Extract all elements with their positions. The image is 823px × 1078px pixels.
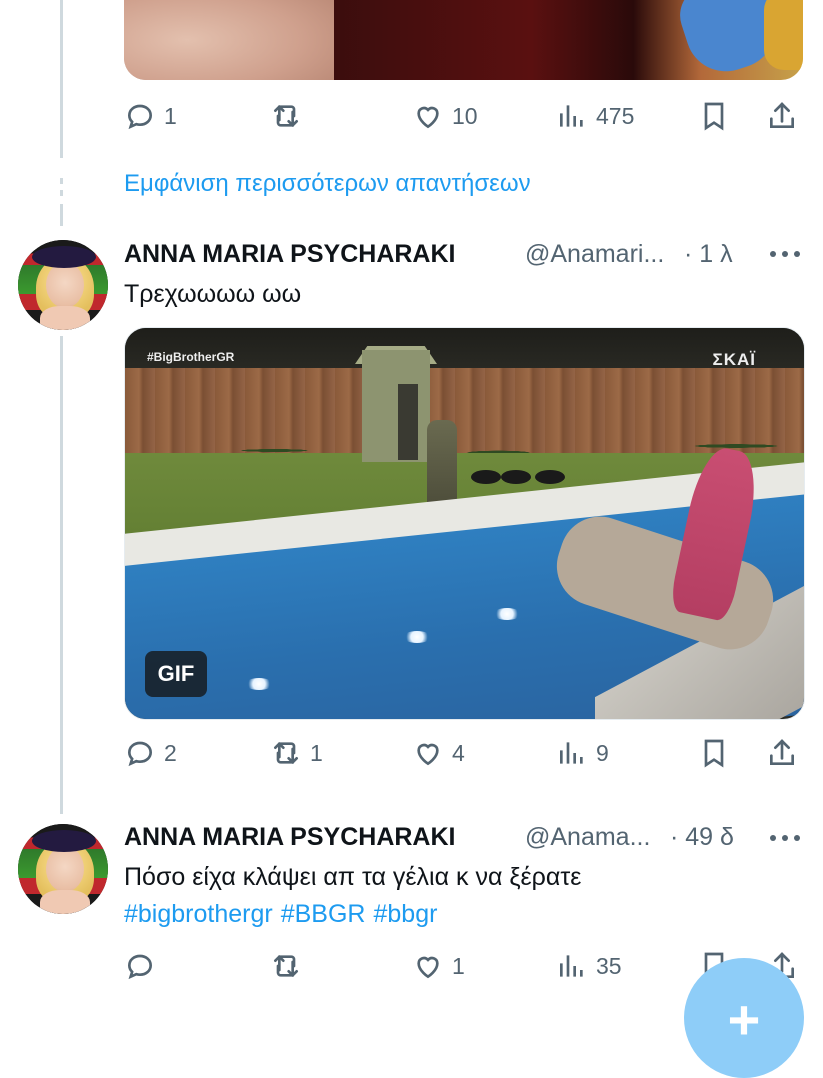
- show-more-replies-link[interactable]: Εμφάνιση περισσότερων απαντήσεων: [124, 170, 531, 198]
- compose-button[interactable]: +: [684, 958, 804, 1078]
- thread-line-dot: [60, 178, 63, 184]
- like-count: 10: [452, 102, 478, 129]
- avatar[interactable]: [18, 240, 108, 330]
- thread-line: [60, 336, 63, 814]
- views-count: 475: [596, 102, 635, 129]
- more-icon[interactable]: [768, 828, 802, 848]
- compose-icon: +: [727, 988, 761, 1051]
- views-button[interactable]: 475: [556, 96, 634, 136]
- retweet-icon: [274, 955, 298, 977]
- author-handle[interactable]: @Anamari...: [525, 240, 664, 269]
- retweet-button[interactable]: 1: [270, 733, 323, 773]
- like-button[interactable]: 10: [412, 96, 478, 136]
- views-button[interactable]: 9: [556, 733, 609, 773]
- views-count: 9: [596, 739, 609, 766]
- thread-line-dot: [60, 190, 63, 196]
- bookmark-icon: [704, 739, 724, 768]
- views-count: 35: [596, 952, 622, 979]
- author-name[interactable]: ANNA MARIA PSYCHARAKI: [124, 823, 455, 852]
- tweet-media-image[interactable]: [124, 0, 803, 80]
- views-icon: [560, 742, 583, 764]
- reply-count: 2: [164, 739, 177, 766]
- channel-logo-right: ΣΚΑΪ: [712, 350, 756, 369]
- like-count: 4: [452, 739, 465, 766]
- like-icon: [417, 743, 439, 766]
- reply-button[interactable]: [124, 946, 164, 986]
- like-button[interactable]: 1: [412, 946, 465, 986]
- author-handle[interactable]: @Anama...: [525, 823, 650, 852]
- retweet-button[interactable]: [270, 946, 310, 986]
- bookmark-button[interactable]: [698, 733, 730, 773]
- share-button[interactable]: [766, 96, 798, 136]
- share-button[interactable]: [766, 733, 798, 773]
- views-icon: [560, 955, 583, 977]
- reply-button[interactable]: 1: [124, 96, 177, 136]
- bookmark-button[interactable]: [698, 96, 730, 136]
- tweet-timestamp[interactable]: · 49 δ: [670, 823, 734, 852]
- reply-icon: [127, 741, 153, 767]
- tweet-text: Τρεχωωωω ωω: [124, 280, 302, 308]
- retweet-count: 1: [310, 739, 323, 766]
- retweet-icon: [274, 742, 298, 764]
- tweet-timestamp[interactable]: · 1 λ: [684, 240, 733, 269]
- retweet-button[interactable]: [270, 96, 310, 136]
- reply-button[interactable]: 2: [124, 733, 177, 773]
- bookmark-icon: [704, 102, 724, 131]
- tweet-actions: 2 1 4 9: [124, 733, 804, 773]
- reply-count: 1: [164, 102, 177, 129]
- reply-icon: [127, 104, 153, 130]
- hashtag-link[interactable]: #bbgr: [373, 900, 437, 928]
- retweet-icon: [274, 105, 298, 127]
- share-icon: [770, 102, 794, 128]
- gif-badge: GIF: [145, 651, 207, 697]
- hashtag-link[interactable]: #bigbrothergr: [124, 900, 273, 928]
- tweet-text: Πόσο είχα κλάψει απ τα γέλια κ να ξέρατε: [124, 863, 582, 891]
- share-icon: [770, 739, 794, 765]
- tweet-hashtags: #bigbrothergr #BBGR #bbgr: [124, 900, 445, 929]
- views-icon: [560, 105, 583, 127]
- like-count: 1: [452, 952, 465, 979]
- thread-line: [60, 204, 63, 226]
- views-button[interactable]: 35: [556, 946, 622, 986]
- tweet-gif-media[interactable]: #BigBrotherGR ΣΚΑΪ GIF: [124, 327, 805, 720]
- reply-icon: [127, 954, 153, 980]
- hashtag-link[interactable]: #BBGR: [281, 900, 366, 928]
- more-icon[interactable]: [768, 244, 802, 264]
- like-icon: [417, 106, 439, 129]
- channel-logo-left: #BigBrotherGR: [147, 350, 235, 364]
- author-name[interactable]: ANNA MARIA PSYCHARAKI: [124, 240, 455, 269]
- avatar[interactable]: [18, 824, 108, 914]
- like-button[interactable]: 4: [412, 733, 465, 773]
- like-icon: [417, 956, 439, 979]
- thread-line: [60, 0, 63, 158]
- tweet-actions: 1 10 475: [124, 96, 804, 136]
